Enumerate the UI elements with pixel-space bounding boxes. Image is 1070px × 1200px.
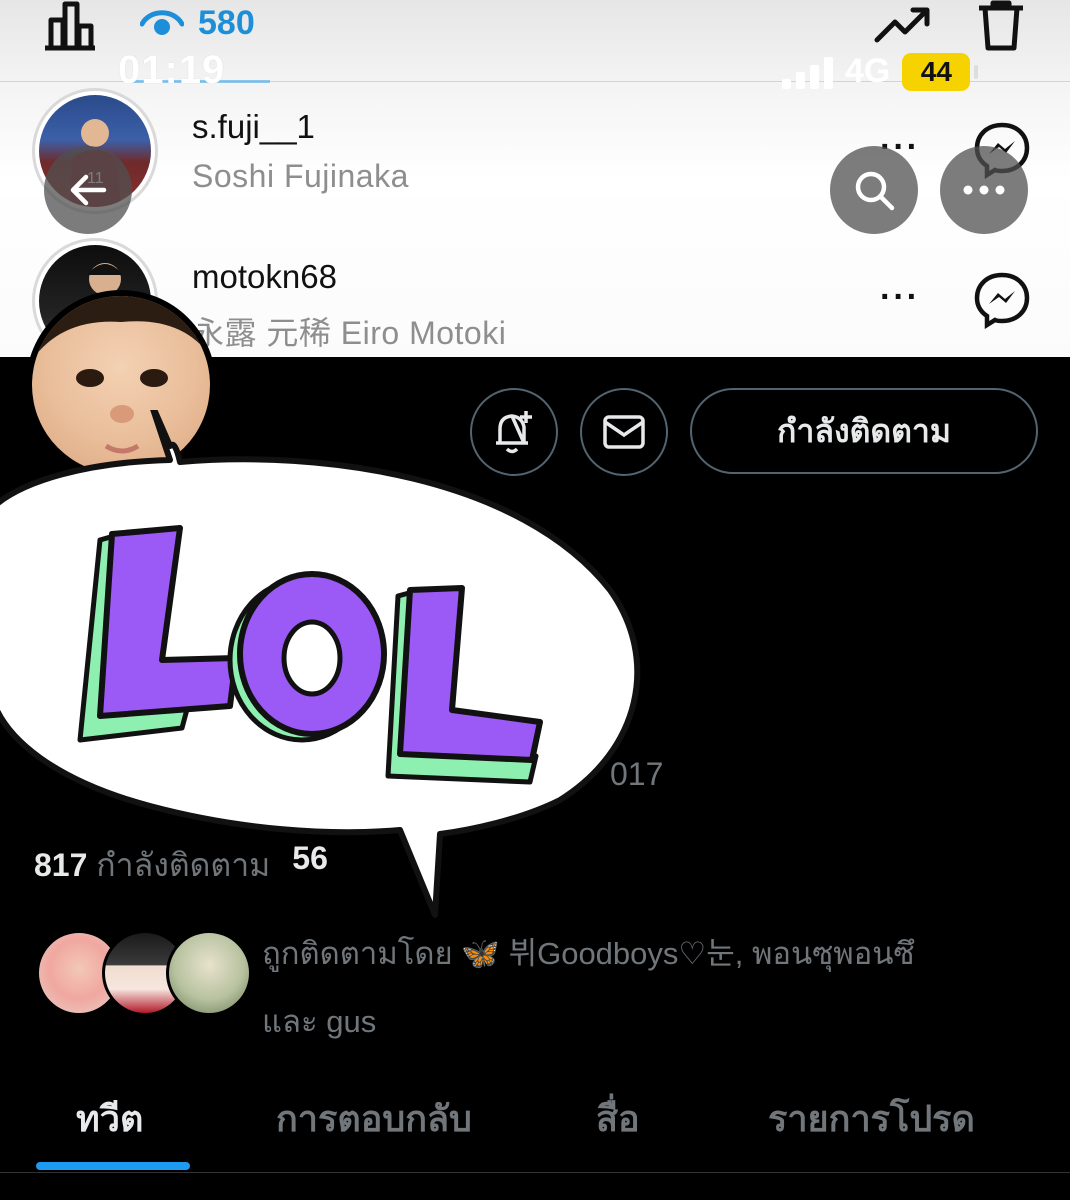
viewer-more-button[interactable]: ··· (880, 278, 920, 317)
signal-icon (782, 55, 833, 89)
network-type: 4G (845, 52, 891, 90)
battery-icon: 44 (902, 52, 979, 91)
tab-tweets[interactable]: ทวีต (76, 1090, 143, 1147)
more-options-button[interactable] (940, 146, 1028, 234)
followed-by-avatars[interactable] (36, 930, 252, 1020)
lol-speech-bubble-sticker (0, 410, 641, 918)
viewer-username[interactable]: s.fuji__1 (192, 108, 315, 146)
more-dots-icon (963, 185, 1005, 195)
viewer-username[interactable]: motokn68 (192, 258, 337, 296)
eye-icon (140, 9, 184, 35)
followed-by-prefix: ถูกติดตามโดย (262, 936, 453, 971)
status-time: 01:19 (118, 48, 226, 92)
back-button[interactable] (44, 146, 132, 234)
profile-tabs: ทวีต การตอบกลับ สื่อ รายการโปรด (0, 1070, 1070, 1170)
following-button[interactable]: กำลังติดตาม (690, 388, 1038, 474)
active-tab-indicator (36, 1162, 190, 1170)
viewer-display-name: 永露 元稀 Eiro Motoki (192, 315, 507, 351)
battery-level: 44 (920, 55, 952, 87)
status-indicators: 4G 44 (782, 52, 979, 91)
arrow-left-icon (70, 174, 107, 206)
avatar (166, 930, 252, 1016)
view-count-value: 580 (198, 4, 255, 42)
view-count[interactable]: 580 (140, 4, 255, 43)
tab-likes[interactable]: รายการโปรด (768, 1090, 975, 1147)
viewer-display-name: Soshi Fujinaka (192, 158, 409, 194)
tab-replies[interactable]: การตอบกลับ (276, 1090, 472, 1147)
trending-icon[interactable] (872, 2, 934, 46)
followed-by-suffix: และ gus (262, 1004, 377, 1039)
messenger-icon[interactable] (972, 270, 1032, 330)
sticker-letter (227, 571, 387, 743)
trash-icon[interactable] (972, 0, 1030, 52)
tab-media[interactable]: สื่อ (596, 1090, 640, 1147)
followed-by-names: 🦋 뷔Goodboys♡눈, พอนซุพอนซึ (461, 936, 915, 971)
search-button[interactable] (830, 146, 918, 234)
search-icon (855, 171, 895, 211)
followed-by-text[interactable]: ถูกติดตามโดย 🦋 뷔Goodboys♡눈, พอนซุพอนซึ แ… (262, 920, 1022, 1056)
bar-chart-icon[interactable] (40, 0, 100, 52)
tabs-divider (0, 1172, 1070, 1173)
